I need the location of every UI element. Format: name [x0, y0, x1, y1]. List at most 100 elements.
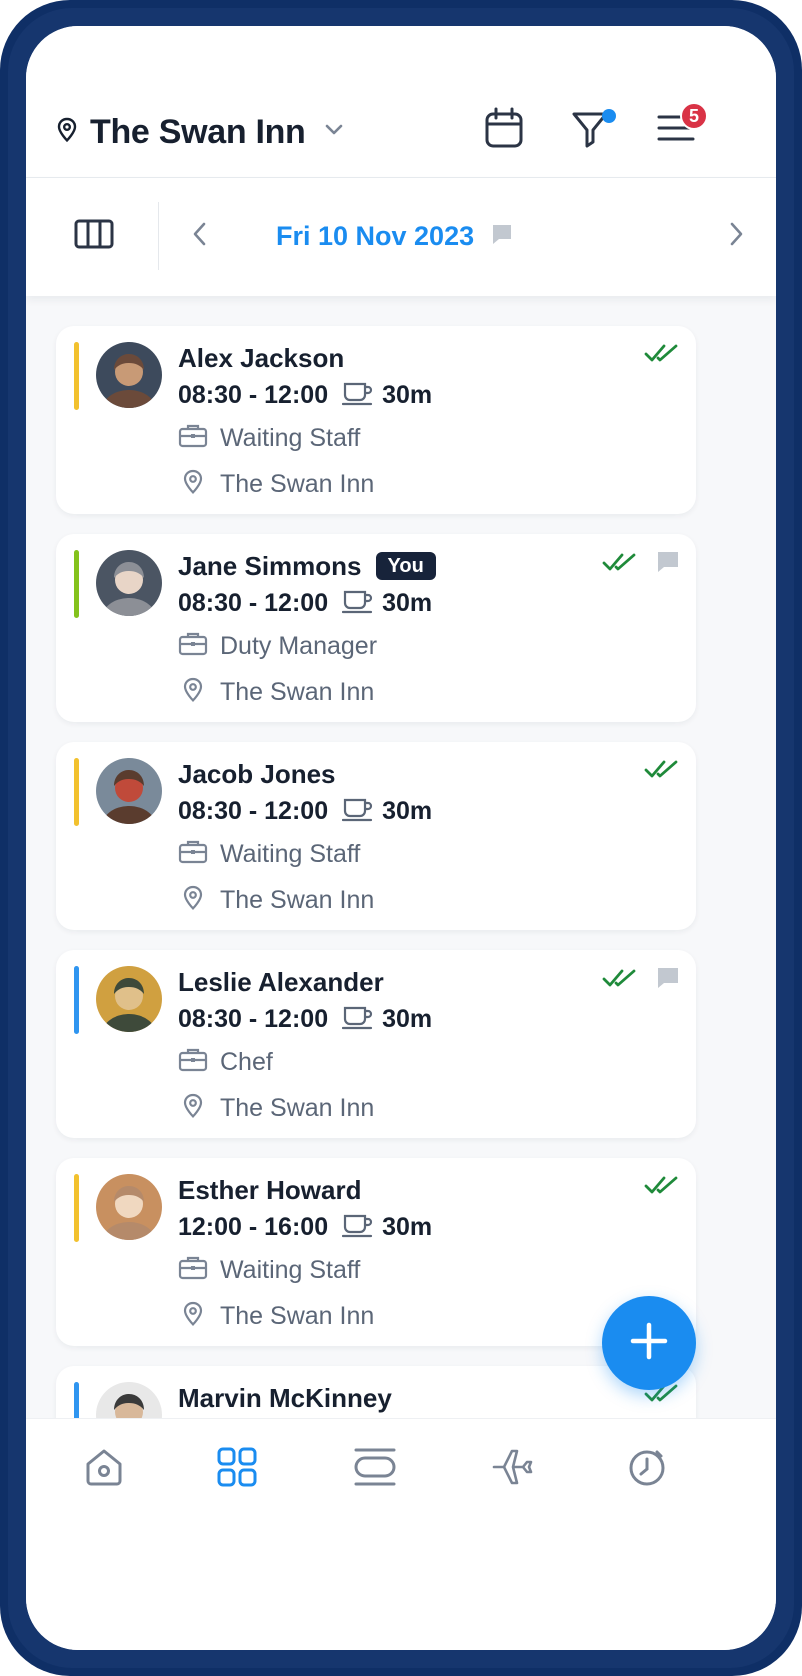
- columns-view-icon: [74, 218, 114, 255]
- add-shift-button[interactable]: [602, 1296, 696, 1390]
- location-row: The Swan Inn: [178, 1298, 374, 1334]
- app-header: The Swan Inn 5: [26, 26, 776, 178]
- previous-day-button[interactable]: [182, 214, 218, 258]
- briefcase-icon: [178, 423, 208, 454]
- app-screen: The Swan Inn 5 Fri 10 Nov 2023 Alex Jack…: [26, 26, 776, 1650]
- role-label: Chef: [220, 1047, 273, 1076]
- employee-name: Jacob Jones: [178, 758, 336, 789]
- shift-card[interactable]: Leslie Alexander 08:30 - 12:00 30m Chef: [56, 950, 696, 1138]
- confirmed-double-check-icon: [602, 551, 638, 578]
- coffee-cup-icon: [342, 380, 374, 411]
- current-date[interactable]: Fri 10 Nov 2023: [276, 216, 514, 256]
- device-frame: The Swan Inn 5 Fri 10 Nov 2023 Alex Jack…: [0, 0, 802, 1676]
- chevron-left-icon: [192, 221, 208, 252]
- confirmed-double-check-icon: [602, 967, 638, 994]
- location-row: The Swan Inn: [178, 1090, 374, 1126]
- shift-time: 08:30 - 12:00: [178, 380, 329, 409]
- location-pin-icon: [178, 1301, 208, 1332]
- location-label: The Swan Inn: [220, 1093, 375, 1122]
- role-row: Waiting Staff: [178, 1252, 360, 1288]
- employee-name: Alex Jackson: [178, 342, 345, 373]
- filter-button[interactable]: [562, 102, 618, 158]
- location-label: The Swan Inn: [220, 885, 375, 914]
- break-info: 30m: [342, 588, 432, 619]
- comment-icon[interactable]: [656, 550, 680, 579]
- briefcase-icon: [178, 839, 208, 870]
- tab-schedule[interactable]: [207, 1441, 267, 1497]
- location-pin-icon: [56, 117, 78, 148]
- calendar-button[interactable]: [476, 102, 532, 158]
- employee-name: Marvin McKinney: [178, 1382, 392, 1413]
- shifts-icon: [352, 1446, 398, 1493]
- break-duration: 30m: [382, 1212, 433, 1241]
- tab-leave[interactable]: [483, 1441, 543, 1497]
- comment-icon[interactable]: [656, 966, 680, 995]
- tab-home[interactable]: [74, 1441, 134, 1497]
- employee-name: Leslie Alexander: [178, 966, 384, 997]
- location-pin-icon: [178, 677, 208, 708]
- chevron-right-icon: [728, 221, 744, 252]
- role-row: Chef: [178, 1044, 273, 1080]
- break-duration: 30m: [382, 1004, 433, 1033]
- tab-timesheets[interactable]: [617, 1441, 677, 1497]
- break-duration: 30m: [382, 380, 433, 409]
- clock-icon: [626, 1446, 668, 1493]
- shift-card[interactable]: Jane Simmons You 08:30 - 12:00 30m Duty …: [56, 534, 696, 722]
- break-info: 30m: [342, 380, 432, 411]
- location-label: The Swan Inn: [220, 469, 375, 498]
- home-icon: [83, 1446, 125, 1493]
- venue-name: The Swan Inn: [90, 112, 306, 151]
- name-row: Marvin McKinney: [178, 1380, 392, 1416]
- confirmed-double-check-icon: [644, 342, 680, 369]
- time-row: 08:30 - 12:00 30m: [178, 1002, 432, 1036]
- role-row: Duty Manager: [178, 628, 377, 664]
- location-row: The Swan Inn: [178, 674, 374, 710]
- shift-status: [602, 550, 680, 579]
- break-duration: 30m: [382, 796, 433, 825]
- name-row: Jane Simmons You: [178, 548, 436, 584]
- role-label: Waiting Staff: [220, 423, 361, 452]
- date-navigation-bar: Fri 10 Nov 2023: [26, 178, 776, 296]
- location-pin-icon: [178, 885, 208, 916]
- coffee-cup-icon: [342, 1004, 374, 1035]
- confirmed-double-check-icon: [644, 758, 680, 785]
- location-row: The Swan Inn: [178, 882, 374, 918]
- shift-list: Alex Jackson 08:30 - 12:00 30m Waiting S…: [26, 302, 776, 1420]
- shift-status: [644, 342, 680, 369]
- role-color-stripe: [74, 1382, 79, 1420]
- chevron-down-icon: [324, 123, 344, 142]
- you-badge: You: [375, 552, 436, 580]
- venue-selector[interactable]: The Swan Inn: [56, 110, 344, 154]
- tab-shifts[interactable]: [345, 1441, 405, 1497]
- role-color-stripe: [74, 1174, 79, 1242]
- break-info: 30m: [342, 1004, 432, 1035]
- break-info: 30m: [342, 1212, 432, 1243]
- filter-active-dot: [602, 109, 616, 123]
- briefcase-icon: [178, 1047, 208, 1078]
- shift-card[interactable]: Esther Howard 12:00 - 16:00 30m Waiting …: [56, 1158, 696, 1346]
- shift-time: 08:30 - 12:00: [178, 796, 329, 825]
- briefcase-icon: [178, 631, 208, 662]
- coffee-cup-icon: [342, 588, 374, 619]
- bottom-navigation: [26, 1418, 776, 1650]
- confirmed-double-check-icon: [644, 1174, 680, 1201]
- role-label: Waiting Staff: [220, 839, 361, 868]
- role-row: Waiting Staff: [178, 836, 360, 872]
- notification-badge: 5: [680, 102, 708, 130]
- time-row: 12:00 - 16:00 30m: [178, 1210, 432, 1244]
- shift-status: [644, 1174, 680, 1201]
- next-day-button[interactable]: [718, 214, 754, 258]
- time-row: 08:30 - 12:00 30m: [178, 378, 432, 412]
- avatar: [96, 1174, 162, 1240]
- shift-card[interactable]: Jacob Jones 08:30 - 12:00 30m Waiting St…: [56, 742, 696, 930]
- shift-card[interactable]: Alex Jackson 08:30 - 12:00 30m Waiting S…: [56, 326, 696, 514]
- shift-time: 08:30 - 12:00: [178, 1004, 329, 1033]
- view-toggle-button[interactable]: [66, 208, 122, 264]
- time-row: 08:30 - 12:00 30m: [178, 794, 432, 828]
- shift-time: 08:30 - 12:00: [178, 588, 329, 617]
- shift-card[interactable]: Marvin McKinney 12:00 - 16:00 30m: [56, 1366, 696, 1420]
- menu-button[interactable]: 5: [648, 102, 708, 158]
- briefcase-icon: [178, 1255, 208, 1286]
- name-row: Esther Howard: [178, 1172, 362, 1208]
- location-label: The Swan Inn: [220, 677, 375, 706]
